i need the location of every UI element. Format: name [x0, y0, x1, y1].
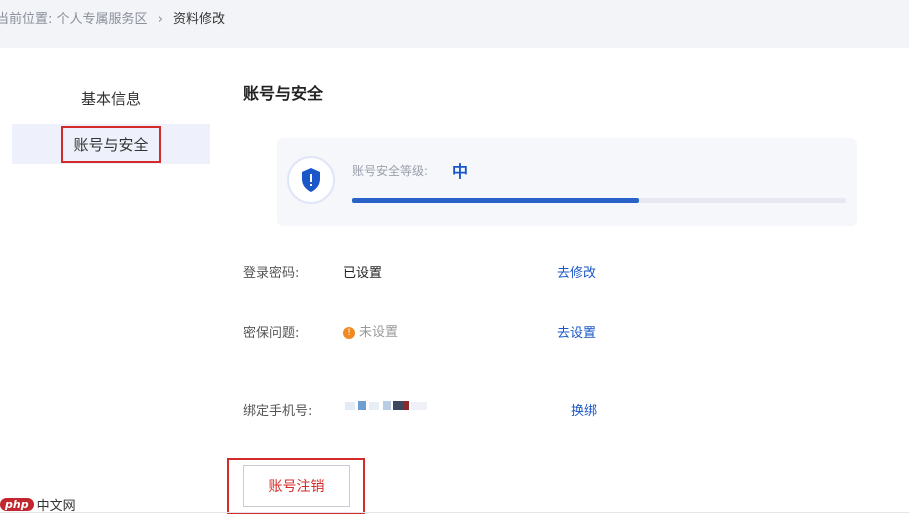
rebind-phone-link[interactable]: 换绑 — [571, 400, 597, 419]
shield-badge — [287, 156, 335, 204]
security-question-status: ! 未设置 — [343, 321, 398, 340]
sidebar-item-account-security[interactable]: 账号与安全 — [12, 124, 210, 164]
security-question-label: 密保问题: — [243, 326, 300, 341]
warning-icon: ! — [343, 326, 355, 339]
breadcrumb-current: 资料修改 — [173, 12, 226, 27]
page-title: 账号与安全 — [243, 84, 324, 103]
security-level-bar — [352, 198, 846, 203]
password-status: 已设置 — [343, 266, 383, 281]
change-password-link[interactable]: 去修改 — [557, 262, 596, 281]
security-level-label: 账号安全等级: — [352, 164, 429, 178]
set-security-question-link[interactable]: 去设置 — [557, 322, 596, 341]
masked-phone-number — [345, 401, 427, 410]
chevron-right-icon: › — [157, 12, 163, 27]
sidebar-item-basic-info[interactable]: 基本信息 — [12, 78, 210, 118]
sidebar-item-label: 基本信息 — [80, 89, 141, 108]
divider — [0, 512, 909, 513]
security-level-card — [277, 138, 857, 226]
breadcrumb-parent[interactable]: 个人专属服务区 — [57, 12, 148, 27]
cancel-account-button[interactable]: 账号注销 — [243, 465, 350, 507]
security-level-bar-fill — [352, 198, 639, 203]
breadcrumb-prefix: 当前位置: — [0, 12, 53, 27]
breadcrumb: 当前位置: 个人专属服务区 › 资料修改 — [0, 8, 225, 27]
sidebar-item-label: 账号与安全 — [61, 125, 161, 163]
shield-icon — [302, 168, 320, 192]
watermark-badge: php — [0, 498, 34, 511]
top-bar: 当前位置: 个人专属服务区 › 资料修改 — [0, 0, 909, 48]
password-label: 登录密码: — [243, 266, 300, 281]
security-question-status-text: 未设置 — [359, 325, 399, 340]
phone-label: 绑定手机号: — [243, 404, 313, 419]
security-level-value: 中 — [452, 162, 469, 181]
